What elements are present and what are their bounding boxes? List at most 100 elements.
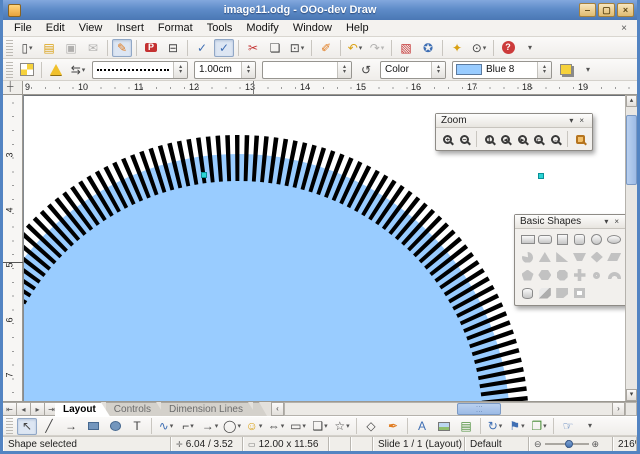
open-button[interactable]: ▤ (39, 39, 59, 57)
menu-modify[interactable]: Modify (239, 21, 285, 35)
vertical-scroll-thumb[interactable] (626, 115, 637, 185)
tab-controls[interactable]: Controls (106, 402, 165, 416)
spinner[interactable]: ▴▾ (337, 62, 351, 78)
gallery-button[interactable]: ▧ (396, 39, 416, 57)
zoom-entire-page-button[interactable]: ▭ (531, 131, 547, 147)
copy-button[interactable]: ❏ (265, 39, 285, 57)
shape-octagon[interactable] (554, 268, 571, 282)
shape-isosceles-triangle[interactable] (536, 250, 553, 264)
vertical-scrollbar[interactable]: ▴ ▾ (625, 95, 637, 401)
horizontal-scroll-thumb[interactable] (457, 403, 501, 415)
fill-style-select[interactable]: Color ▴▾ (380, 61, 446, 79)
panel-close-icon[interactable]: × (611, 217, 622, 226)
scroll-down-button[interactable]: ▾ (626, 389, 637, 401)
spellcheck-button[interactable]: ✓ (192, 39, 212, 57)
arrange-button[interactable]: ❐▾ (529, 418, 549, 435)
zoom-out-button[interactable]: − (457, 131, 473, 147)
text-button[interactable]: T (127, 418, 147, 435)
shape-cylinder[interactable] (519, 286, 536, 300)
zoom-button[interactable]: ⊙▾ (469, 39, 489, 57)
shape-square[interactable] (554, 232, 571, 246)
select-button[interactable]: ↖ (17, 418, 37, 435)
shape-circle[interactable] (588, 232, 605, 246)
page-style-field[interactable]: Default (465, 437, 529, 451)
fill-color-value[interactable]: Blue 8 (482, 64, 537, 75)
spinner[interactable]: ▴▾ (537, 62, 551, 78)
shadow-button[interactable] (556, 61, 576, 79)
menu-insert[interactable]: Insert (109, 21, 151, 35)
print-button[interactable]: ⊟ (163, 39, 183, 57)
export-pdf-button[interactable]: P (141, 39, 161, 57)
toolbar-grip[interactable] (6, 418, 13, 434)
close-button[interactable]: × (617, 3, 634, 17)
line-color-select[interactable]: ▴▾ (262, 61, 352, 79)
first-slide-button[interactable]: ⇤ (3, 402, 17, 416)
maximize-button[interactable]: ▢ (598, 3, 615, 17)
selection-handle[interactable] (538, 173, 544, 179)
menu-window[interactable]: Window (286, 21, 339, 35)
zoom-next-button[interactable]: ▸ (514, 131, 530, 147)
spinner[interactable]: ▴▾ (431, 62, 445, 78)
title-bar[interactable]: image11.odg - OOo-dev Draw ‒ ▢ × (3, 0, 637, 20)
insert-image-button[interactable] (434, 418, 454, 435)
scroll-up-button[interactable]: ▴ (626, 95, 637, 107)
drawing-canvas[interactable]: Zoom ▾ × +−1◂▸▭↔ Basic Shapes ▾ × (24, 95, 625, 401)
gluepoints-button[interactable]: ✒ (383, 418, 403, 435)
rotate-button[interactable]: ↺ (356, 61, 376, 79)
shape-folded-corner[interactable] (554, 286, 571, 300)
vertical-ruler[interactable]: 34567 (3, 95, 23, 401)
toolbar-grip[interactable] (6, 40, 13, 56)
fill-color-select[interactable]: Blue 8 ▴▾ (452, 61, 552, 79)
styles-window-button[interactable] (17, 61, 37, 79)
shape-parallelogram[interactable] (606, 250, 623, 264)
zoom-out-icon[interactable]: ⊖ (534, 439, 542, 450)
edit-points-button[interactable]: ◇ (361, 418, 381, 435)
ellipse-button[interactable] (105, 418, 125, 435)
symbol-shapes-button[interactable]: ☺▾ (244, 418, 264, 435)
alignment-button[interactable]: ⚑▾ (507, 418, 527, 435)
edit-file-button[interactable]: ✎ (112, 39, 132, 57)
shape-trapezoid[interactable] (571, 250, 588, 264)
shape-frame[interactable] (571, 286, 588, 300)
clone-formatting-button[interactable]: ✐ (316, 39, 336, 57)
zoom-100-button[interactable]: 1 (481, 131, 497, 147)
line-button[interactable]: ╱ (39, 418, 59, 435)
shape-rectangle-rounded[interactable] (536, 232, 553, 246)
toolbar-grip[interactable] (6, 62, 13, 78)
redo-button[interactable]: ↷▾ (367, 39, 387, 57)
spinner[interactable]: ▴▾ (241, 62, 255, 78)
save-button[interactable]: ▣ (61, 39, 81, 57)
menu-edit[interactable]: Edit (39, 21, 72, 35)
panel-menu-icon[interactable]: ▾ (601, 217, 611, 226)
object-zoom-button[interactable] (572, 131, 588, 147)
shape-diamond[interactable] (588, 250, 605, 264)
close-document-icon[interactable]: × (615, 23, 633, 34)
shape-hexagon[interactable] (536, 268, 553, 282)
panel-title-bar[interactable]: Zoom ▾ × (436, 114, 592, 128)
next-slide-button[interactable]: ▸ (31, 402, 45, 416)
shape-regular-pentagon[interactable] (519, 268, 536, 282)
interaction-button[interactable]: ☞ (558, 418, 578, 435)
basic-shapes-button[interactable]: ◯▾ (222, 418, 242, 435)
snap-lines-button[interactable]: ✦ (447, 39, 467, 57)
horizontal-scroll-track[interactable] (284, 402, 612, 416)
block-arrows-button[interactable]: ⇔▾ (266, 418, 286, 435)
zoom-slider-track[interactable] (545, 443, 589, 445)
shape-circle-pie[interactable] (519, 250, 536, 264)
toolbar-overflow-button[interactable]: ▾ (578, 61, 598, 79)
lines-and-arrows-button[interactable]: →▾ (200, 418, 220, 435)
line-width-input[interactable]: 1.00cm ▴▾ (194, 61, 256, 79)
zoom-page-width-button[interactable]: ↔ (548, 131, 564, 147)
horizontal-scrollbar[interactable]: ‹ › (271, 402, 637, 416)
help-button[interactable]: ? (498, 39, 518, 57)
connector-button[interactable]: ⌐▾ (178, 418, 198, 435)
fill-style-value[interactable]: Color (381, 64, 431, 75)
zoom-previous-button[interactable]: ◂ (498, 131, 514, 147)
line-ends-arrow-button[interactable]: → (61, 418, 81, 435)
spinner[interactable]: ▴▾ (173, 62, 187, 78)
menu-tools[interactable]: Tools (200, 21, 240, 35)
panel-menu-icon[interactable]: ▾ (566, 116, 576, 125)
tab-layout[interactable]: Layout (55, 402, 110, 416)
shape-cube[interactable] (536, 286, 553, 300)
zoom-slider[interactable]: ⊖ ⊕ (529, 437, 613, 451)
